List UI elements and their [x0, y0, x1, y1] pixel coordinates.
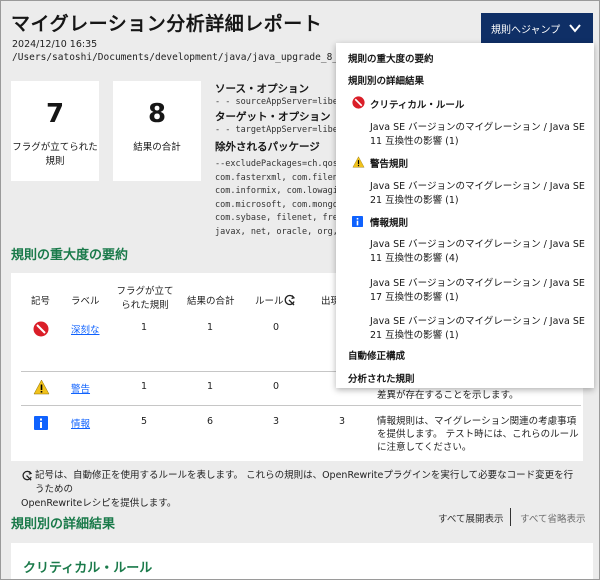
autofix-note-line1: 記号は、自動修正を使用するルールを表します。 これらの規則は、OpenRewri… [35, 470, 574, 495]
col-flagged: フラグが立て られた規則 [115, 285, 175, 313]
menu-link-line: Java SE バージョンのマイグレーション / Java SE [370, 181, 585, 192]
collapse-all-button[interactable]: すべて省略表示 [520, 511, 585, 525]
target-options-value: - - targetAppServer=liberty [215, 125, 340, 135]
col-symbol: 記号 [31, 296, 51, 307]
menu-link-info[interactable]: Java SE バージョンのマイグレーション / Java SE 17 互換性の… [370, 277, 585, 305]
menu-heading-info[interactable]: 情報規則 [370, 215, 408, 229]
critical-rules: 0 [273, 322, 280, 333]
menu-item-severity-summary[interactable]: 規則の重大度の要約 [348, 51, 434, 65]
critical-icon [33, 321, 49, 337]
report-path: /Users/satoshi/Documents/development/jav… [12, 52, 337, 63]
warning-icon [33, 379, 50, 395]
severity-summary-title: 規則の重大度の要約 [11, 248, 129, 263]
menu-item-detailed-results[interactable]: 規則別の詳細結果 [348, 73, 424, 87]
info-icon [352, 216, 363, 227]
menu-heading-warning[interactable]: 警告規則 [370, 156, 408, 170]
menu-link-line: 17 互換性の影響 (1) [370, 292, 459, 303]
menu-link-line: 11 互換性の影響 (1) [370, 136, 459, 147]
package-line: com.microsoft, com.mongodb, [215, 199, 337, 210]
row-divider [21, 405, 581, 406]
warning-total: 1 [207, 381, 214, 392]
divider [510, 508, 511, 526]
severity-link-info[interactable]: 情報 [71, 416, 90, 430]
menu-link-line: Java SE バージョンのマイグレーション / Java SE [370, 122, 585, 133]
info-description: 情報規則は、マイグレーション関連の考慮事項 を提供します。 テスト時には、これら… [377, 415, 579, 454]
menu-link-line: Java SE バージョンのマイグレーション / Java SE [370, 316, 585, 327]
col-flagged-line2: られた規則 [121, 300, 169, 311]
flagged-rules-card: 7 フラグが立てられた 規則 [11, 81, 99, 181]
page-title: マイグレーション分析詳細レポート [11, 13, 323, 35]
jump-to-rules-button[interactable]: 規則へジャンプ [481, 13, 593, 43]
menu-link-line: Java SE バージョンのマイグレーション / Java SE [370, 239, 585, 250]
menu-link-warning[interactable]: Java SE バージョンのマイグレーション / Java SE 21 互換性の… [370, 180, 585, 208]
total-results-card: 8 結果の合計 [113, 81, 201, 181]
info-rules: 3 [273, 416, 280, 427]
autofix-note-line2: OpenRewriteレシピを提供します。 [21, 498, 177, 509]
excluded-packages-heading: 除外されるパッケージ [215, 141, 320, 153]
source-options-value: - - sourceAppServer=liberty [215, 97, 340, 107]
jump-button-label: 規則へジャンプ [491, 24, 561, 36]
autofix-icon [284, 294, 296, 306]
severity-link-warning[interactable]: 警告 [71, 381, 90, 395]
menu-link-line: 21 互換性の影響 (1) [370, 330, 459, 341]
critical-rules-section-title[interactable]: クリティカル・ルール [23, 557, 152, 576]
critical-total: 1 [207, 322, 214, 333]
critical-flagged: 1 [141, 322, 148, 333]
menu-link-info[interactable]: Java SE バージョンのマイグレーション / Java SE 11 互換性の… [370, 238, 585, 266]
flagged-rules-label-2: 規則 [45, 156, 65, 167]
package-line: com.fasterxml, com.filenet, [215, 172, 337, 183]
critical-icon [352, 96, 365, 109]
info-icon [34, 416, 48, 430]
severity-link-critical[interactable]: 深刻な [71, 322, 100, 336]
info-description-line: を提供します。 テスト時には、これらのルール [377, 429, 579, 440]
package-line: com.sybase, filenet, freemarker, [215, 213, 337, 223]
total-results-count: 8 [147, 99, 167, 129]
warning-flagged: 1 [141, 381, 148, 392]
col-flagged-line1: フラグが立て [116, 286, 174, 297]
info-flagged: 5 [141, 416, 148, 427]
target-options-heading: ターゲット・オプション [215, 111, 331, 123]
menu-heading-critical[interactable]: クリティカル・ルール [370, 97, 464, 111]
source-options-heading: ソース・オプション [215, 83, 309, 95]
warning-rules: 0 [273, 381, 280, 392]
package-line: javax, net, oracle, org, [215, 226, 337, 237]
menu-item-analyzed-rules[interactable]: 分析された規則 [348, 371, 415, 385]
total-results-label: 結果の合計 [133, 142, 181, 153]
warning-icon [352, 156, 365, 168]
autofix-note: 記号は、自動修正を使用するルールを表します。 これらの規則は、OpenRewri… [21, 469, 581, 511]
jump-dropdown-menu: 規則の重大度の要約 規則別の詳細結果 クリティカル・ルール Java SE バー… [336, 43, 594, 388]
package-line: --excludePackages=ch.qos, [215, 159, 337, 169]
col-total: 結果の合計 [187, 296, 235, 307]
report-date: 2024/12/10 16:35 [12, 39, 98, 50]
col-rules: ルール [255, 296, 284, 307]
info-occurrences: 3 [339, 416, 346, 427]
flagged-rules-label-1: フラグが立てられた [12, 142, 98, 153]
expand-all-button[interactable]: すべて展開表示 [438, 511, 503, 525]
details-title: 規則別の詳細結果 [11, 517, 116, 532]
flagged-rules-count: 7 [45, 99, 65, 129]
package-line: com.informix, com.lowagie, [215, 186, 337, 196]
menu-link-info[interactable]: Java SE バージョンのマイグレーション / Java SE 21 互換性の… [370, 315, 585, 343]
menu-item-autofix-config[interactable]: 自動修正構成 [348, 348, 405, 362]
chevron-down-icon [569, 24, 581, 33]
warning-description: 差異が存在することを示します。 [377, 390, 519, 401]
info-total: 6 [207, 416, 214, 427]
excluded-packages-list: --excludePackages=ch.qos, com.fasterxml,… [215, 158, 337, 239]
report-page: マイグレーション分析詳細レポート 2024/12/10 16:35 /Users… [0, 0, 600, 580]
info-description-line: 情報規則は、マイグレーション関連の考慮事項 [377, 416, 577, 427]
col-label: ラベル [71, 296, 100, 307]
menu-link-line: 11 互換性の影響 (4) [370, 253, 459, 264]
menu-link-line: 21 互換性の影響 (1) [370, 195, 459, 206]
menu-link-critical[interactable]: Java SE バージョンのマイグレーション / Java SE 11 互換性の… [370, 121, 585, 149]
menu-link-line: Java SE バージョンのマイグレーション / Java SE [370, 278, 585, 289]
info-description-line: に注意してください。 [377, 442, 472, 453]
